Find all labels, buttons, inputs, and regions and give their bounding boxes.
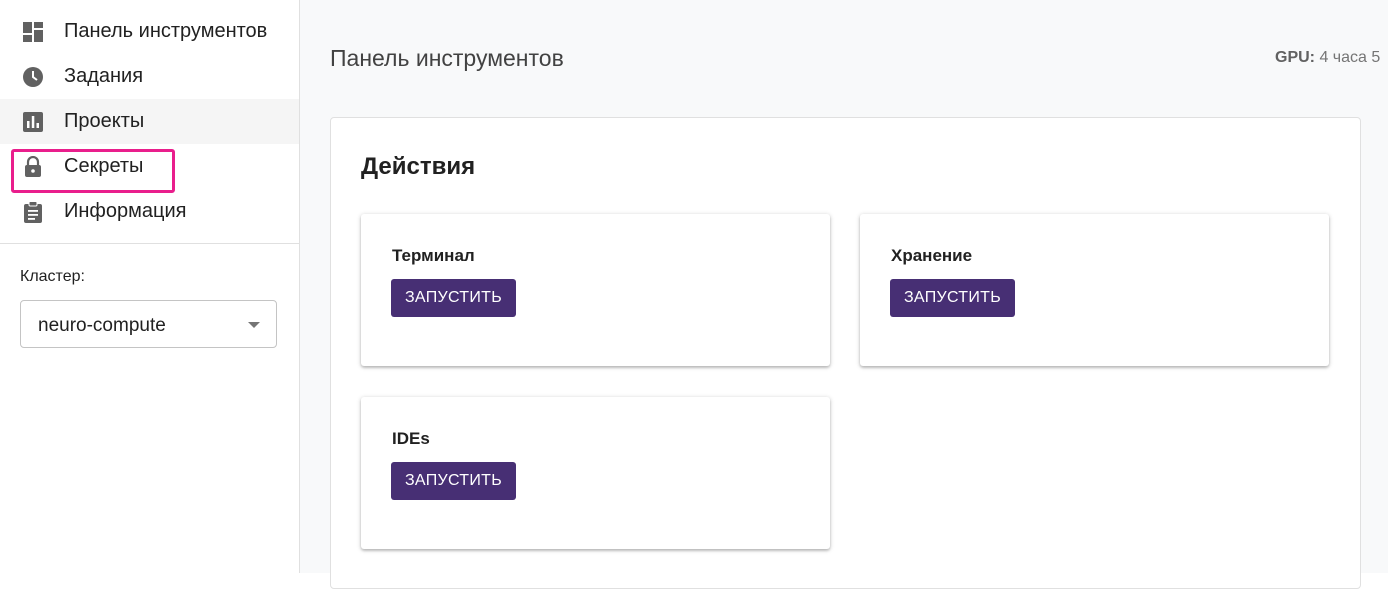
gpu-value: 4 часа 5 — [1319, 49, 1381, 66]
card-title: Терминал — [392, 246, 475, 265]
cluster-select-value: neuro-compute — [38, 315, 166, 336]
sidebar-item-dashboard[interactable]: Панель инструментов — [0, 9, 299, 54]
sidebar: Панель инструментов Задания Проекты Секр… — [0, 0, 300, 573]
sidebar-item-label: Информация — [64, 200, 187, 222]
actions-title: Действия — [361, 153, 476, 180]
sidebar-item-info[interactable]: Информация — [0, 189, 299, 234]
sidebar-item-label: Панель инструментов — [64, 20, 268, 42]
clock-icon — [22, 66, 44, 88]
cluster-select[interactable]: neuro-compute — [20, 300, 277, 348]
sidebar-item-jobs[interactable]: Задания — [0, 54, 299, 99]
action-card-ides: IDEs ЗАПУСТИТЬ — [361, 397, 830, 549]
gpu-label: GPU: — [1275, 49, 1315, 66]
sidebar-item-secrets[interactable]: Секреты — [0, 144, 299, 189]
launch-terminal-button[interactable]: ЗАПУСТИТЬ — [391, 279, 516, 317]
chevron-down-icon — [248, 322, 260, 328]
sidebar-item-label: Задания — [64, 65, 144, 87]
launch-storage-button[interactable]: ЗАПУСТИТЬ — [890, 279, 1015, 317]
sidebar-divider — [0, 243, 299, 244]
sidebar-item-label: Секреты — [64, 155, 144, 177]
launch-ides-button[interactable]: ЗАПУСТИТЬ — [391, 462, 516, 500]
action-card-storage: Хранение ЗАПУСТИТЬ — [860, 214, 1329, 366]
dashboard-icon — [22, 21, 44, 43]
clipboard-icon — [22, 200, 44, 223]
bar-chart-icon — [22, 111, 44, 133]
action-card-terminal: Терминал ЗАПУСТИТЬ — [361, 214, 830, 366]
card-title: IDEs — [392, 429, 430, 448]
cluster-label: Кластер: — [20, 268, 85, 285]
gpu-usage: GPU: 4 часа 5 — [1275, 49, 1380, 67]
main-content: Панель инструментов GPU: 4 часа 5 Действ… — [300, 0, 1388, 589]
page-title: Панель инструментов — [330, 45, 564, 71]
sidebar-item-projects[interactable]: Проекты — [0, 99, 299, 144]
card-title: Хранение — [891, 246, 973, 265]
sidebar-item-label: Проекты — [64, 110, 145, 132]
actions-panel: Действия Терминал ЗАПУСТИТЬ Хранение ЗАП… — [330, 117, 1361, 589]
lock-icon — [22, 155, 44, 178]
